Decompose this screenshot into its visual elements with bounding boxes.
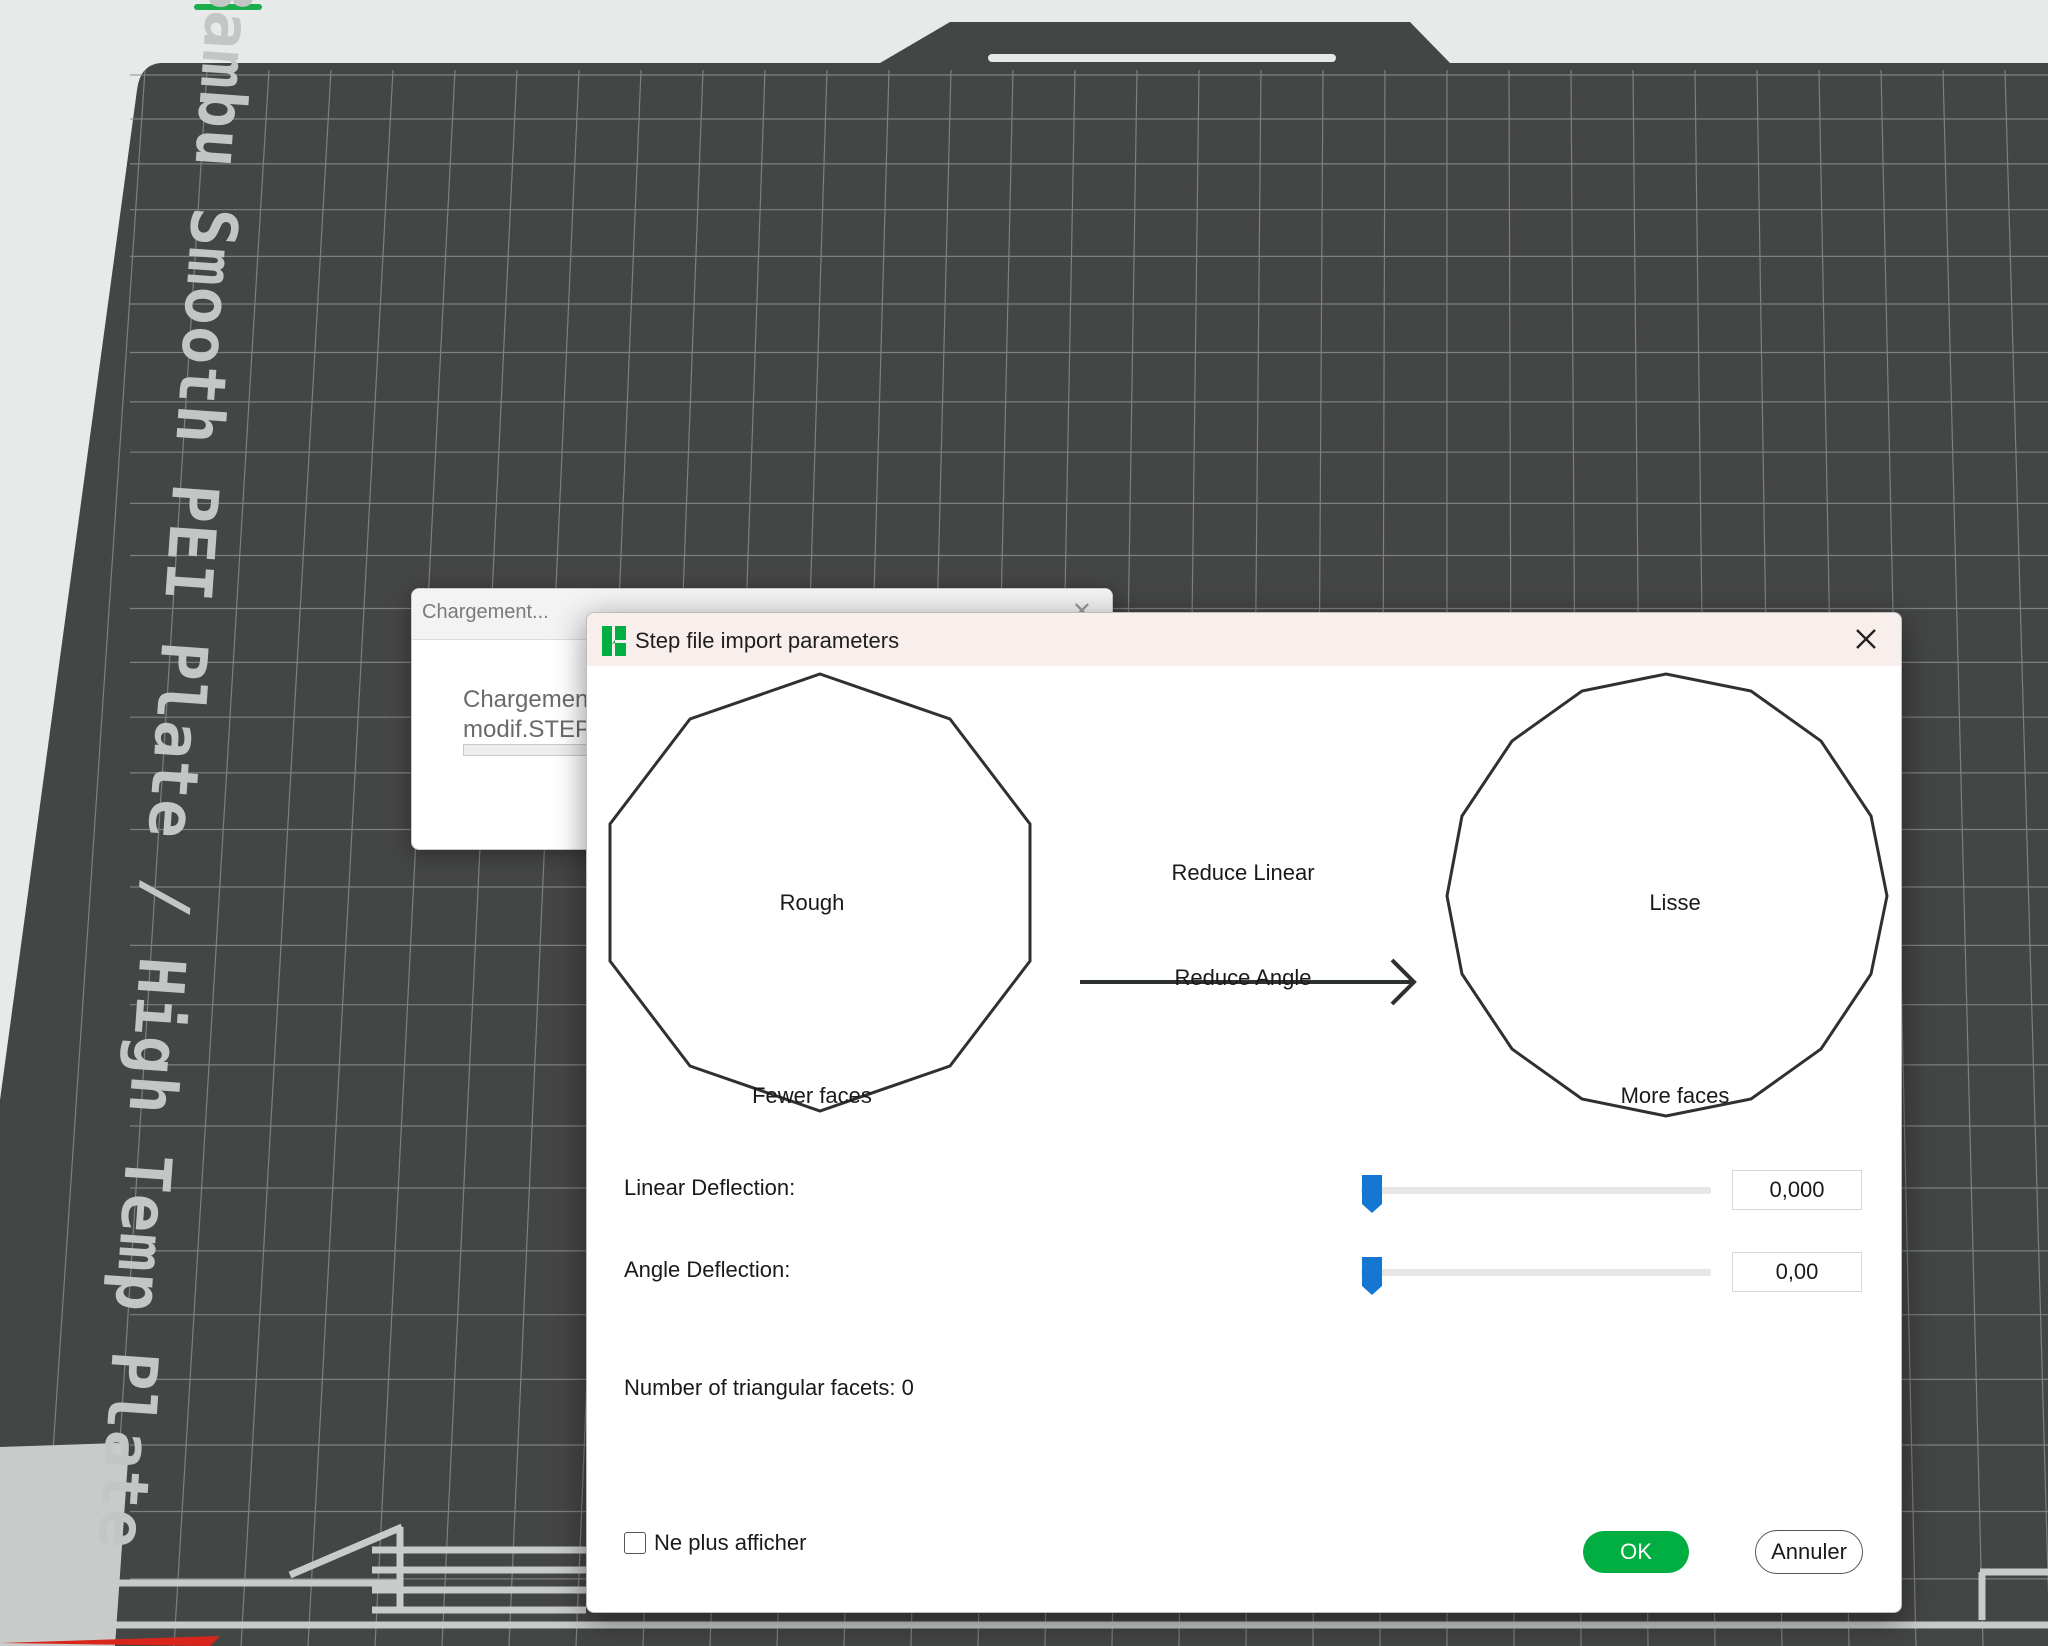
fewer-faces-label: Fewer faces (752, 1083, 872, 1108)
rough-label: Rough (779, 890, 845, 915)
angle-deflection-input[interactable]: 0,00 (1732, 1252, 1862, 1292)
loading-message-line2: modif.STEP (463, 716, 592, 743)
slider-thumb[interactable] (1361, 1256, 1383, 1296)
dialog-titlebar: Step file import parameters (587, 613, 1901, 666)
facet-count: Number of triangular facets: 0 (624, 1375, 914, 1400)
loading-message: Chargement modif.STEP (463, 685, 595, 745)
ok-button[interactable]: OK (1583, 1531, 1689, 1573)
cancel-button[interactable]: Annuler (1755, 1530, 1863, 1574)
slider-track (1361, 1187, 1711, 1194)
dialog-title: Step file import parameters (635, 628, 900, 653)
close-icon[interactable] (1849, 622, 1883, 656)
linear-deflection-slider[interactable] (1361, 1174, 1711, 1213)
dont-show-again-label: Ne plus afficher (654, 1530, 807, 1555)
slider-track (1361, 1269, 1711, 1276)
reduce-angle-label: Reduce Angle (1174, 965, 1312, 990)
dont-show-again-checkbox[interactable]: Ne plus afficher (624, 1530, 806, 1556)
loading-message-line1: Chargement (463, 686, 596, 713)
linear-deflection-label: Linear Deflection: (624, 1175, 796, 1200)
reduce-linear-label: Reduce Linear (1171, 860, 1315, 885)
loading-title: Chargement... (422, 601, 549, 623)
linear-deflection-input[interactable]: 0,000 (1732, 1170, 1862, 1210)
angle-deflection-slider[interactable] (1361, 1256, 1711, 1295)
smooth-label: Lisse (1649, 890, 1701, 915)
bambu-studio-logo-icon (602, 626, 626, 656)
slider-thumb[interactable] (1361, 1174, 1383, 1214)
more-faces-label: More faces (1620, 1083, 1730, 1108)
angle-deflection-label: Angle Deflection: (624, 1257, 791, 1282)
step-import-dialog: Step file import parameters Rough Fewer … (586, 612, 1902, 1613)
checkbox-box[interactable] (624, 1532, 646, 1554)
